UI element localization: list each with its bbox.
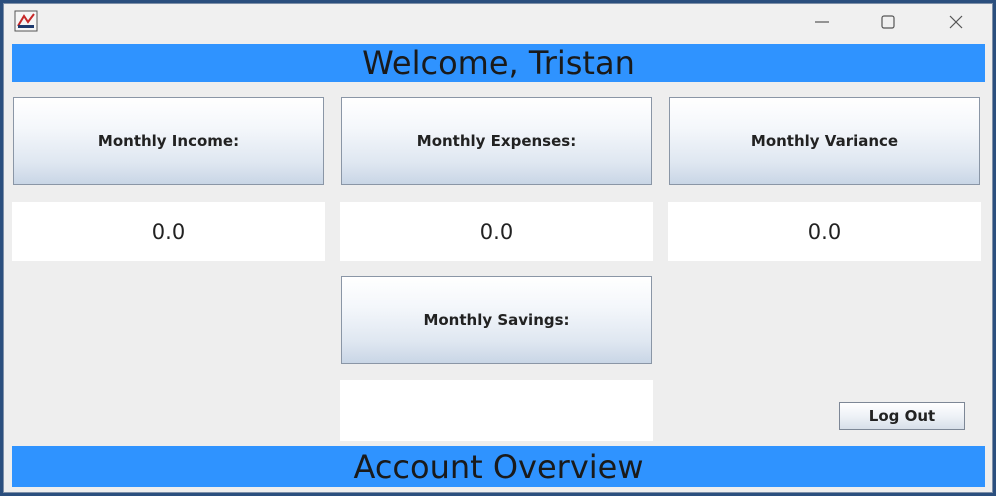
maximize-icon bbox=[881, 15, 895, 29]
monthly-variance-value: 0.0 bbox=[668, 202, 981, 261]
app-window: Welcome, Tristan Monthly Income: Monthly… bbox=[3, 3, 993, 493]
title-bar bbox=[4, 4, 992, 40]
welcome-banner: Welcome, Tristan bbox=[12, 44, 985, 82]
minimize-icon bbox=[815, 21, 829, 23]
monthly-savings-button[interactable]: Monthly Savings: bbox=[341, 276, 652, 364]
close-button[interactable] bbox=[936, 8, 976, 36]
monthly-savings-value bbox=[340, 380, 653, 441]
java-app-icon[interactable] bbox=[14, 10, 38, 32]
account-overview-banner: Account Overview bbox=[12, 446, 985, 487]
monthly-expenses-value: 0.0 bbox=[340, 202, 653, 261]
monthly-income-button[interactable]: Monthly Income: bbox=[13, 97, 324, 185]
monthly-expenses-button[interactable]: Monthly Expenses: bbox=[341, 97, 652, 185]
close-icon bbox=[949, 15, 963, 29]
minimize-button[interactable] bbox=[802, 8, 842, 36]
log-out-button[interactable]: Log Out bbox=[839, 402, 965, 430]
monthly-variance-button[interactable]: Monthly Variance bbox=[669, 97, 980, 185]
monthly-income-value: 0.0 bbox=[12, 202, 325, 261]
maximize-button[interactable] bbox=[868, 8, 908, 36]
